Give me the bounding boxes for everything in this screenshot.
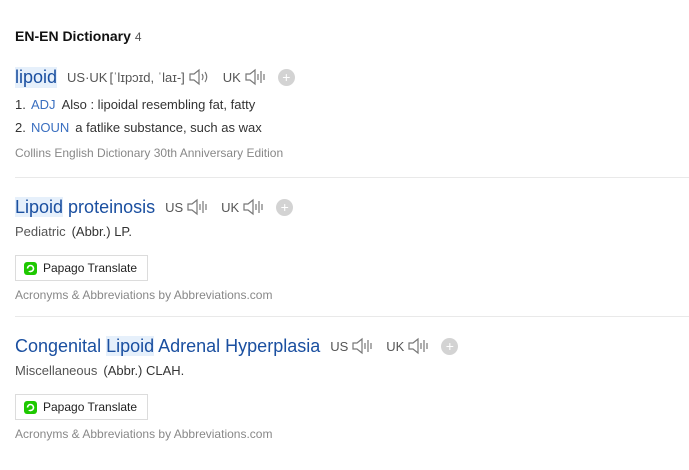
speaker-icon[interactable]	[186, 197, 210, 217]
entry-header: Congenital Lipoid Adrenal Hyperplasia US…	[15, 334, 689, 358]
headword-highlight: Lipoid	[15, 196, 64, 217]
headword-rest: Adrenal Hyperplasia	[154, 335, 321, 356]
sense-1: 1. ADJ Also : lipoidal resembling fat, f…	[15, 97, 689, 120]
entry-congenital-lipoid-adrenal-hyperplasia: Congenital Lipoid Adrenal Hyperplasia US…	[15, 334, 689, 441]
add-wordbook-button[interactable]: +	[276, 198, 294, 216]
papago-logo-icon	[24, 261, 37, 275]
part-of-speech: ADJ	[31, 97, 56, 112]
add-wordbook-button[interactable]: +	[277, 68, 295, 86]
category-label: Miscellaneous	[15, 363, 98, 378]
entry-lipoid-proteinosis: Lipoid proteinosis US UK + Pediatric (Ab…	[15, 195, 689, 302]
headword-highlight: Lipoid	[106, 335, 155, 356]
speaker-icon[interactable]	[244, 67, 268, 87]
pron-label-us: US	[330, 338, 349, 354]
dictionary-source: Acronyms & Abbreviations by Abbreviation…	[15, 427, 273, 441]
speaker-icon[interactable]	[188, 67, 212, 87]
speaker-icon[interactable]	[407, 336, 431, 356]
headword-link[interactable]: Congenital Lipoid Adrenal Hyperplasia	[15, 335, 321, 357]
part-of-speech: NOUN	[31, 120, 70, 135]
pron-label-uk: UK	[386, 338, 405, 354]
headword-prefix: Congenital	[15, 335, 107, 356]
papago-translate-label: Papago Translate	[43, 261, 138, 275]
abbreviation-text: (Abbr.) CLAH.	[103, 363, 185, 378]
pron-label-uk: UK	[222, 69, 241, 85]
abbreviation-text: (Abbr.) LP.	[71, 224, 133, 239]
divider	[15, 316, 689, 317]
entry-lipoid: lipoid US·UK [ˈlɪpɔɪd, ˈlaɪ-] UK + 1. AD…	[15, 65, 689, 160]
entry-header: Lipoid proteinosis US UK +	[15, 195, 689, 219]
papago-translate-button[interactable]: Papago Translate	[15, 394, 149, 420]
speaker-icon[interactable]	[242, 197, 266, 217]
pron-label-us: US	[165, 199, 184, 215]
papago-logo-icon	[24, 400, 37, 414]
headword-link[interactable]: lipoid	[15, 66, 58, 88]
pron-label-us-uk: US·UK	[67, 69, 108, 85]
section-title-text: EN-EN Dictionary	[15, 28, 131, 44]
dictionary-source: Collins English Dictionary 30th Annivers…	[15, 146, 284, 160]
abbr-line: Miscellaneous (Abbr.) CLAH.	[15, 363, 689, 383]
entry-count: 4	[134, 30, 142, 44]
sense-text: Also : lipoidal resembling fat, fatty	[61, 97, 256, 112]
headword-rest: proteinosis	[63, 196, 156, 217]
category-label: Pediatric	[15, 224, 66, 239]
divider	[15, 177, 689, 178]
papago-translate-button[interactable]: Papago Translate	[15, 255, 149, 281]
pron-label-uk: UK	[221, 199, 240, 215]
entry-header: lipoid US·UK [ˈlɪpɔɪd, ˈlaɪ-] UK +	[15, 65, 689, 89]
sense-number: 2.	[15, 120, 26, 135]
sense-text: a fatlike substance, such as wax	[75, 120, 262, 135]
speaker-icon[interactable]	[351, 336, 375, 356]
headword-link[interactable]: Lipoid proteinosis	[15, 196, 156, 218]
dictionary-source: Acronyms & Abbreviations by Abbreviation…	[15, 288, 273, 302]
section-title: EN-EN Dictionary 4	[15, 28, 142, 44]
add-wordbook-button[interactable]: +	[441, 337, 459, 355]
abbr-line: Pediatric (Abbr.) LP.	[15, 224, 689, 244]
sense-2: 2. NOUN a fatlike substance, such as wax	[15, 120, 689, 143]
phonetic-text: [ˈlɪpɔɪd, ˈlaɪ-]	[109, 69, 185, 85]
sense-number: 1.	[15, 97, 26, 112]
papago-translate-label: Papago Translate	[43, 400, 138, 414]
